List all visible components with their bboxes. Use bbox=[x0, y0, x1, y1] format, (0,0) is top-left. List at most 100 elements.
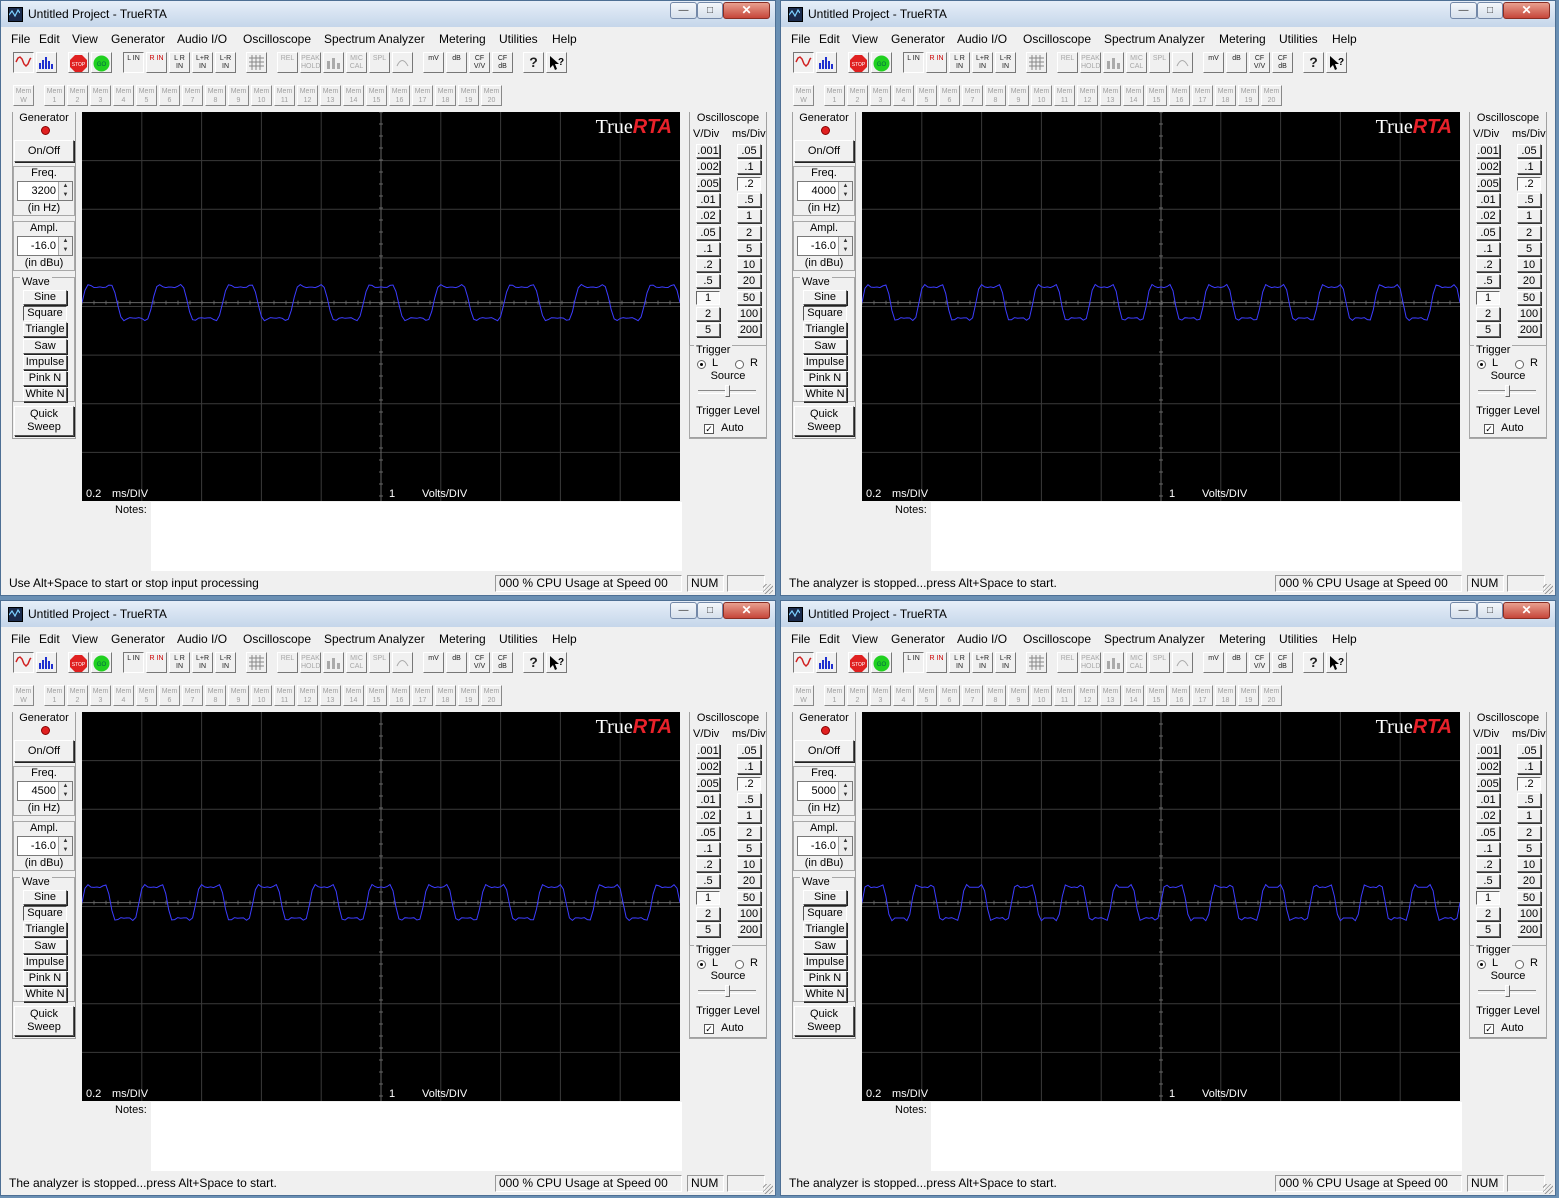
menu-generator[interactable]: Generator bbox=[891, 32, 945, 46]
rel-button[interactable]: REL bbox=[1057, 52, 1078, 73]
memory-button-20[interactable]: Mem 20 bbox=[481, 685, 502, 706]
right-input-button[interactable]: R IN bbox=[146, 52, 167, 73]
help-button[interactable]: ? bbox=[1303, 52, 1324, 73]
memory-button-8[interactable]: Mem 8 bbox=[985, 85, 1006, 106]
mic-cal-button[interactable]: MIC CAL bbox=[346, 52, 367, 73]
menu-generator[interactable]: Generator bbox=[111, 632, 165, 646]
wave-sine-button[interactable]: Sine bbox=[23, 290, 67, 305]
ampl-spinner-icon[interactable]: ▲ ▼ bbox=[838, 237, 852, 255]
vdiv-button[interactable]: 1 bbox=[1476, 890, 1500, 905]
truerta-app-icon[interactable] bbox=[788, 7, 803, 22]
msdiv-button[interactable]: 20 bbox=[1517, 274, 1541, 289]
oscilloscope-display[interactable]: TrueRTA 0.2 ms/DIV 1 Volts/DIV bbox=[862, 712, 1460, 1101]
peak-hold-button[interactable]: PEAK HOLD bbox=[300, 652, 321, 673]
msdiv-button[interactable]: 5 bbox=[1517, 841, 1541, 856]
vdiv-button[interactable]: .01 bbox=[696, 792, 720, 807]
vdiv-button[interactable]: .1 bbox=[696, 841, 720, 856]
memory-button-20[interactable]: Mem 20 bbox=[1261, 85, 1282, 106]
freq-input[interactable]: 4500 ▲ ▼ bbox=[17, 781, 73, 801]
memory-button-14[interactable]: Mem 14 bbox=[1123, 85, 1144, 106]
msdiv-button[interactable]: 100 bbox=[1517, 307, 1541, 321]
ampl-input[interactable]: -16.0 ▲ ▼ bbox=[17, 836, 73, 856]
memory-button-13[interactable]: Mem 13 bbox=[1100, 685, 1121, 706]
left-right-input-button[interactable]: L R IN bbox=[949, 52, 970, 73]
memory-button-5[interactable]: Mem 5 bbox=[136, 685, 157, 706]
menu-generator[interactable]: Generator bbox=[891, 632, 945, 646]
memory-button-20[interactable]: Mem 20 bbox=[1261, 685, 1282, 706]
maximize-icon[interactable]: □ bbox=[1477, 2, 1503, 19]
rel-button[interactable]: REL bbox=[277, 52, 298, 73]
memory-button-11[interactable]: Mem 11 bbox=[274, 85, 295, 106]
memory-button-14[interactable]: Mem 14 bbox=[1123, 685, 1144, 706]
msdiv-button[interactable]: 5 bbox=[1517, 241, 1541, 256]
memory-button-10[interactable]: Mem 10 bbox=[251, 85, 272, 106]
cf-vv-button[interactable]: CF V/V bbox=[469, 652, 490, 673]
ampl-input[interactable]: -16.0 ▲ ▼ bbox=[797, 236, 853, 256]
memory-button-15[interactable]: Mem 15 bbox=[366, 85, 387, 106]
vdiv-button[interactable]: 5 bbox=[1476, 923, 1500, 938]
right-input-button[interactable]: R IN bbox=[146, 652, 167, 673]
l-minus-r-input-button[interactable]: L-R IN bbox=[215, 52, 236, 73]
menu-file[interactable]: File bbox=[791, 632, 810, 646]
maximize-icon[interactable]: □ bbox=[1477, 602, 1503, 619]
msdiv-button[interactable]: .05 bbox=[737, 144, 761, 158]
trigger-source-l-radio[interactable] bbox=[697, 960, 706, 969]
memory-button-10[interactable]: Mem 10 bbox=[1031, 85, 1052, 106]
resize-grip-icon[interactable] bbox=[1543, 1184, 1553, 1194]
vdiv-button[interactable]: .005 bbox=[696, 176, 720, 191]
msdiv-button[interactable]: 1 bbox=[737, 209, 761, 224]
menu-help[interactable]: Help bbox=[552, 32, 577, 46]
memory-button-17[interactable]: Mem 17 bbox=[412, 685, 433, 706]
msdiv-button[interactable]: .1 bbox=[1517, 160, 1541, 175]
millivolts-button[interactable]: mV bbox=[1203, 652, 1224, 673]
msdiv-button[interactable]: 5 bbox=[737, 241, 761, 256]
memory-button-19[interactable]: Mem 19 bbox=[458, 85, 479, 106]
memory-button-9[interactable]: Mem 9 bbox=[228, 685, 249, 706]
wave-sine-button[interactable]: Sine bbox=[803, 890, 847, 905]
oscilloscope-mode-icon[interactable] bbox=[13, 652, 34, 673]
wave-triangle-button[interactable]: Triangle bbox=[23, 322, 67, 337]
vdiv-button[interactable]: .1 bbox=[1476, 841, 1500, 856]
vdiv-button[interactable]: .01 bbox=[1476, 792, 1500, 807]
menu-help[interactable]: Help bbox=[1332, 632, 1357, 646]
trigger-source-r-radio[interactable] bbox=[735, 960, 744, 969]
menu-edit[interactable]: Edit bbox=[39, 32, 60, 46]
resize-grip-icon[interactable] bbox=[763, 1184, 773, 1194]
vdiv-button[interactable]: .01 bbox=[696, 192, 720, 207]
auto-trigger-checkbox[interactable]: ✓ bbox=[1484, 1024, 1494, 1034]
cf-db-button[interactable]: CF dB bbox=[1272, 652, 1293, 673]
menu-edit[interactable]: Edit bbox=[39, 632, 60, 646]
menu-metering[interactable]: Metering bbox=[439, 32, 486, 46]
wave-pink-noise-button[interactable]: Pink N bbox=[803, 971, 847, 986]
msdiv-button[interactable]: .2 bbox=[1517, 776, 1541, 791]
freq-spinner-icon[interactable]: ▲ ▼ bbox=[838, 182, 852, 200]
memory-button-6[interactable]: Mem 6 bbox=[159, 685, 180, 706]
msdiv-button[interactable]: .5 bbox=[1517, 792, 1541, 807]
menu-file[interactable]: File bbox=[11, 32, 30, 46]
menu-file[interactable]: File bbox=[791, 32, 810, 46]
memory-button-2[interactable]: Mem 2 bbox=[67, 85, 88, 106]
ampl-spinner-icon[interactable]: ▲ ▼ bbox=[58, 237, 72, 255]
memory-button-17[interactable]: Mem 17 bbox=[412, 85, 433, 106]
generator-onoff-button[interactable]: On/Off bbox=[14, 740, 74, 762]
memory-button-9[interactable]: Mem 9 bbox=[1008, 85, 1029, 106]
quick-sweep-button[interactable]: Quick Sweep bbox=[14, 1006, 74, 1036]
vdiv-button[interactable]: 5 bbox=[696, 323, 720, 338]
memory-button-w[interactable]: Mem W bbox=[793, 685, 814, 706]
wave-saw-button[interactable]: Saw bbox=[23, 939, 67, 954]
cf-vv-button[interactable]: CF V/V bbox=[469, 52, 490, 73]
go-icon[interactable]: GO bbox=[91, 652, 112, 673]
menu-audio-io[interactable]: Audio I/O bbox=[177, 32, 227, 46]
menu-view[interactable]: View bbox=[72, 632, 98, 646]
wave-square-button[interactable]: Square bbox=[23, 306, 67, 321]
wave-pink-noise-button[interactable]: Pink N bbox=[23, 971, 67, 986]
memory-button-20[interactable]: Mem 20 bbox=[481, 85, 502, 106]
wave-sine-button[interactable]: Sine bbox=[803, 290, 847, 305]
spectrum-mode-icon[interactable] bbox=[36, 652, 57, 673]
average-icon[interactable] bbox=[323, 652, 344, 673]
msdiv-button[interactable]: 200 bbox=[1517, 323, 1541, 338]
minimize-icon[interactable]: — bbox=[670, 602, 697, 619]
memory-button-9[interactable]: Mem 9 bbox=[1008, 685, 1029, 706]
msdiv-button[interactable]: .5 bbox=[737, 192, 761, 207]
memory-button-6[interactable]: Mem 6 bbox=[939, 85, 960, 106]
